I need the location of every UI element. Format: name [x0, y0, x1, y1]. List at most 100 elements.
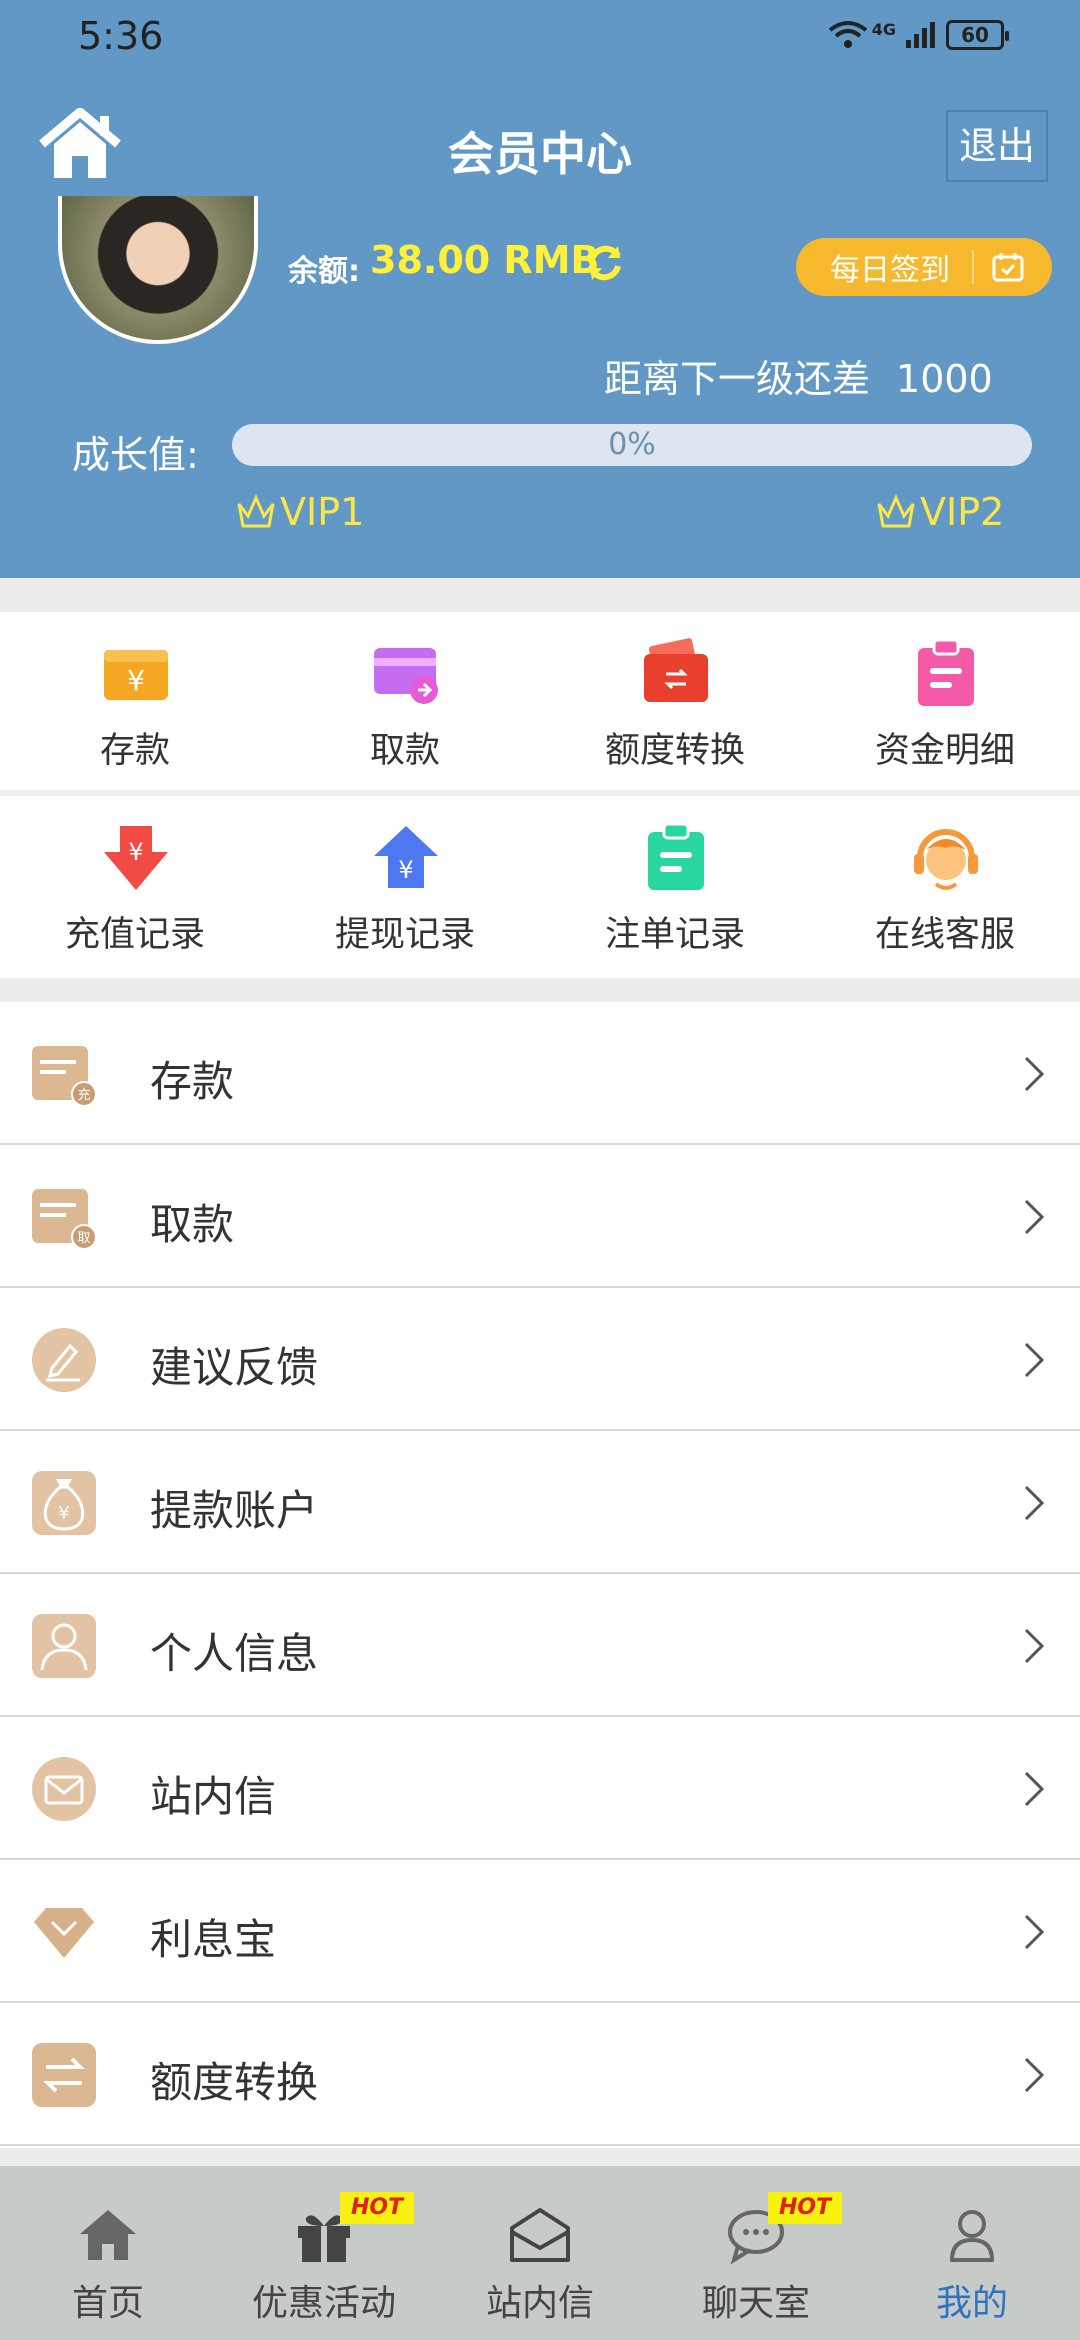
grid-label: 注单记录 [604, 915, 745, 955]
withdraw-card-icon [374, 648, 438, 704]
status-icons: 4G 60 [826, 18, 1009, 52]
nav-item-promotions[interactable]: HOT 优惠活动 [244, 2166, 414, 2340]
nav-label: 优惠活动 [251, 2283, 396, 2324]
nav-label: 我的 [935, 2283, 1008, 2324]
signal-icon [906, 22, 935, 48]
wifi-icon [828, 21, 867, 48]
refresh-icon[interactable] [584, 242, 626, 284]
nav-label: 首页 [71, 2283, 144, 2324]
growth-label: 成长值: [72, 433, 199, 477]
grid-label: 充值记录 [64, 915, 205, 955]
user-icon [32, 1614, 96, 1678]
list-item-label: 存款 [150, 1057, 235, 1106]
status-time: 5:36 [78, 14, 164, 58]
customer-service-icon [914, 829, 978, 890]
mail-icon [32, 1757, 96, 1821]
recharge-record-icon: ¥ [104, 826, 168, 890]
grid-item-withdraw[interactable]: 取款 [270, 612, 540, 790]
svg-text:充: 充 [77, 1087, 90, 1103]
money-bag-icon: ¥ [32, 1471, 96, 1535]
status-bar: 5:36 4G 60 [0, 0, 1080, 76]
crown-icon [877, 494, 915, 528]
grid-item-recharge-record[interactable]: ¥ 充值记录 [0, 796, 270, 974]
svg-text:¥: ¥ [128, 838, 143, 866]
chevron-right-icon [1024, 1485, 1045, 1521]
diamond-icon [34, 1908, 94, 1958]
hot-badge: HOT [768, 2192, 842, 2224]
grid-label: 取款 [369, 731, 440, 771]
list-item-deposit[interactable]: 充 存款 [0, 1002, 1080, 1145]
transfer-icon [644, 638, 708, 702]
growth-progress-text: 0% [608, 427, 656, 462]
page-title: 会员中心 [448, 127, 632, 181]
grid-label: 存款 [99, 731, 170, 771]
chevron-right-icon [1024, 1056, 1045, 1092]
grid-label: 额度转换 [604, 731, 745, 771]
nav-item-mine[interactable]: 我的 [902, 2166, 1042, 2340]
deposit-icon: 充 [32, 1046, 97, 1107]
list-item-interest[interactable]: 利息宝 [0, 1860, 1080, 2003]
grid-label: 提现记录 [334, 915, 475, 955]
bottom-nav: 首页 HOT 优惠活动 站内信 HOT 聊天室 我的 [0, 2166, 1080, 2340]
network-label: 4G [871, 19, 896, 39]
quick-actions-grid: ¥ 存款 取款 额度转换 资金明细 ¥ 充值记录 ¥ 提现记录 注单记录 在线客… [0, 612, 1080, 978]
menu-list: 充 存款 取 取款 建议反馈 ¥ 提款账户 个人信息 站内信 利息宝 额度转换 [0, 1002, 1080, 2148]
list-item-label: 利息宝 [150, 1915, 277, 1964]
nav-label: 聊天室 [701, 2283, 810, 2324]
signin-separator [972, 250, 974, 284]
grid-item-customer-service[interactable]: 在线客服 [810, 796, 1080, 974]
grid-row: ¥ 存款 取款 额度转换 资金明细 [0, 612, 1080, 790]
nav-item-home[interactable]: 首页 [38, 2166, 178, 2340]
vip-next-label: VIP2 [920, 490, 1005, 534]
chevron-right-icon [1024, 1771, 1045, 1807]
deposit-wallet-icon: ¥ [104, 650, 168, 700]
logout-button[interactable]: 退出 [946, 110, 1048, 182]
bet-record-icon [648, 822, 704, 890]
chevron-right-icon [1024, 1342, 1045, 1378]
grid-item-bet-record[interactable]: 注单记录 [540, 796, 810, 974]
svg-text:¥: ¥ [398, 856, 413, 884]
vip-current: VIP1 [236, 490, 364, 534]
list-item-withdraw[interactable]: 取 取款 [0, 1145, 1080, 1288]
list-item-withdraw-account[interactable]: ¥ 提款账户 [0, 1431, 1080, 1574]
battery-icon: 60 [946, 20, 1009, 50]
growth-progress-bar: 0% [232, 424, 1032, 466]
list-item-label: 提款账户 [150, 1486, 319, 1535]
profile-icon [950, 2210, 994, 2262]
balance-value: 38.00 RMB [370, 238, 600, 282]
exchange-icon [32, 2043, 96, 2107]
list-item-label: 取款 [150, 1200, 235, 1249]
withdraw-icon: 取 [32, 1189, 97, 1250]
daily-signin-label: 每日签到 [830, 253, 950, 288]
member-center-screen: 5:36 4G 60 会员中心 退出 余额: 38.00 RMB 每日签到 距离… [0, 0, 1080, 2340]
funds-detail-icon [918, 638, 974, 706]
grid-item-funds-detail[interactable]: 资金明细 [810, 612, 1080, 790]
list-item-feedback[interactable]: 建议反馈 [0, 1288, 1080, 1431]
grid-item-withdraw-record[interactable]: ¥ 提现记录 [270, 796, 540, 974]
chevron-right-icon [1024, 2057, 1045, 2093]
grid-item-transfer[interactable]: 额度转换 [540, 612, 810, 790]
list-item-exchange[interactable]: 额度转换 [0, 2003, 1080, 2146]
list-item-mail[interactable]: 站内信 [0, 1717, 1080, 1860]
calendar-icon [992, 253, 1024, 282]
grid-label: 在线客服 [874, 915, 1015, 955]
list-item-label: 站内信 [150, 1772, 277, 1821]
list-item-personal-info[interactable]: 个人信息 [0, 1574, 1080, 1717]
vip-current-label: VIP1 [280, 490, 365, 534]
avatar[interactable] [58, 196, 258, 344]
svg-text:¥: ¥ [58, 1503, 69, 1524]
grid-item-deposit[interactable]: ¥ 存款 [0, 612, 270, 790]
svg-text:¥: ¥ [127, 664, 145, 697]
grid-row: ¥ 充值记录 ¥ 提现记录 注单记录 在线客服 [0, 796, 1080, 974]
grid-label: 资金明细 [874, 731, 1015, 771]
feedback-icon [32, 1328, 96, 1392]
nav-item-messages[interactable]: 站内信 [470, 2166, 610, 2340]
list-item-label: 个人信息 [150, 1629, 319, 1678]
chevron-right-icon [1024, 1628, 1045, 1664]
nav-item-chatroom[interactable]: HOT 聊天室 [686, 2166, 842, 2340]
daily-signin-button[interactable]: 每日签到 [796, 238, 1052, 296]
nav-label: 站内信 [485, 2283, 594, 2324]
balance-label: 余额: [288, 254, 360, 289]
list-item-label: 额度转换 [150, 2058, 319, 2107]
withdraw-record-icon: ¥ [374, 826, 438, 888]
